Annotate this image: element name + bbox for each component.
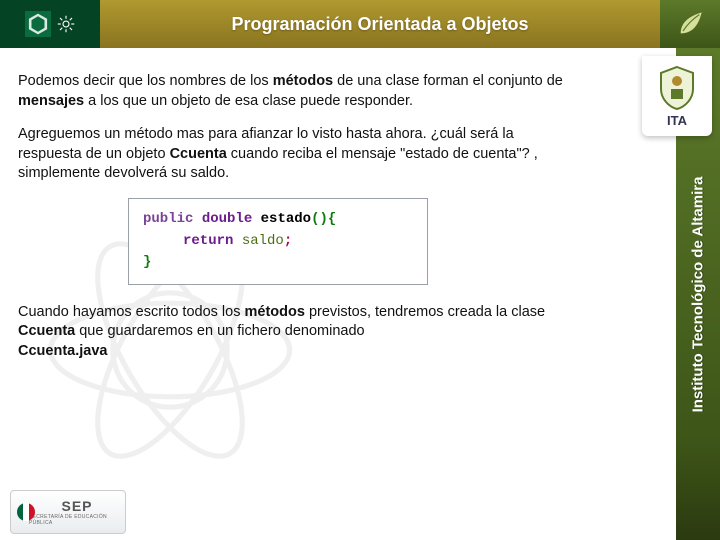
- paragraph-1: Podemos decir que los nombres de los mét…: [18, 72, 578, 111]
- slide-content: Podemos decir que los nombres de los mét…: [18, 72, 660, 468]
- footer: SEP SECRETARÍA DE EDUCACIÓN PÚBLICA: [0, 484, 126, 540]
- code-keyword-public: public: [143, 211, 193, 227]
- sep-logo-text: SEP: [61, 498, 92, 514]
- shield-icon: [657, 65, 697, 111]
- code-variable-saldo: saldo: [242, 233, 284, 249]
- header-left-logo-block: [0, 0, 100, 48]
- header-right-block: [660, 0, 720, 48]
- leaf-icon: [676, 10, 704, 38]
- paragraph-3: Cuando hayamos escrito todos los métodos…: [18, 303, 578, 362]
- mexico-flag-icon: [17, 503, 35, 521]
- code-method-name: estado: [261, 211, 311, 227]
- sep-logo: SEP SECRETARÍA DE EDUCACIÓN PÚBLICA: [10, 490, 126, 534]
- page-header: Programación Orientada a Objetos: [0, 0, 720, 48]
- gear-icon: [57, 15, 75, 33]
- code-semicolon: ;: [284, 233, 292, 249]
- code-brace-open: {: [328, 211, 336, 227]
- ita-badge-label: ITA: [667, 113, 687, 128]
- code-parens: (): [311, 211, 328, 227]
- sep-logo-subtext: SECRETARÍA DE EDUCACIÓN PÚBLICA: [29, 514, 125, 526]
- code-snippet: public double estado(){ return saldo; }: [128, 198, 428, 285]
- institution-label: Instituto Tecnológico de Altamira: [690, 176, 707, 412]
- code-brace-close: }: [143, 254, 151, 270]
- code-type-double: double: [202, 211, 252, 227]
- code-keyword-return: return: [183, 233, 233, 249]
- paragraph-2: Agreguemos un método mas para afianzar l…: [18, 125, 578, 184]
- page-title: Programación Orientada a Objetos: [100, 14, 660, 35]
- tecnologicos-logo-icon: [25, 11, 51, 37]
